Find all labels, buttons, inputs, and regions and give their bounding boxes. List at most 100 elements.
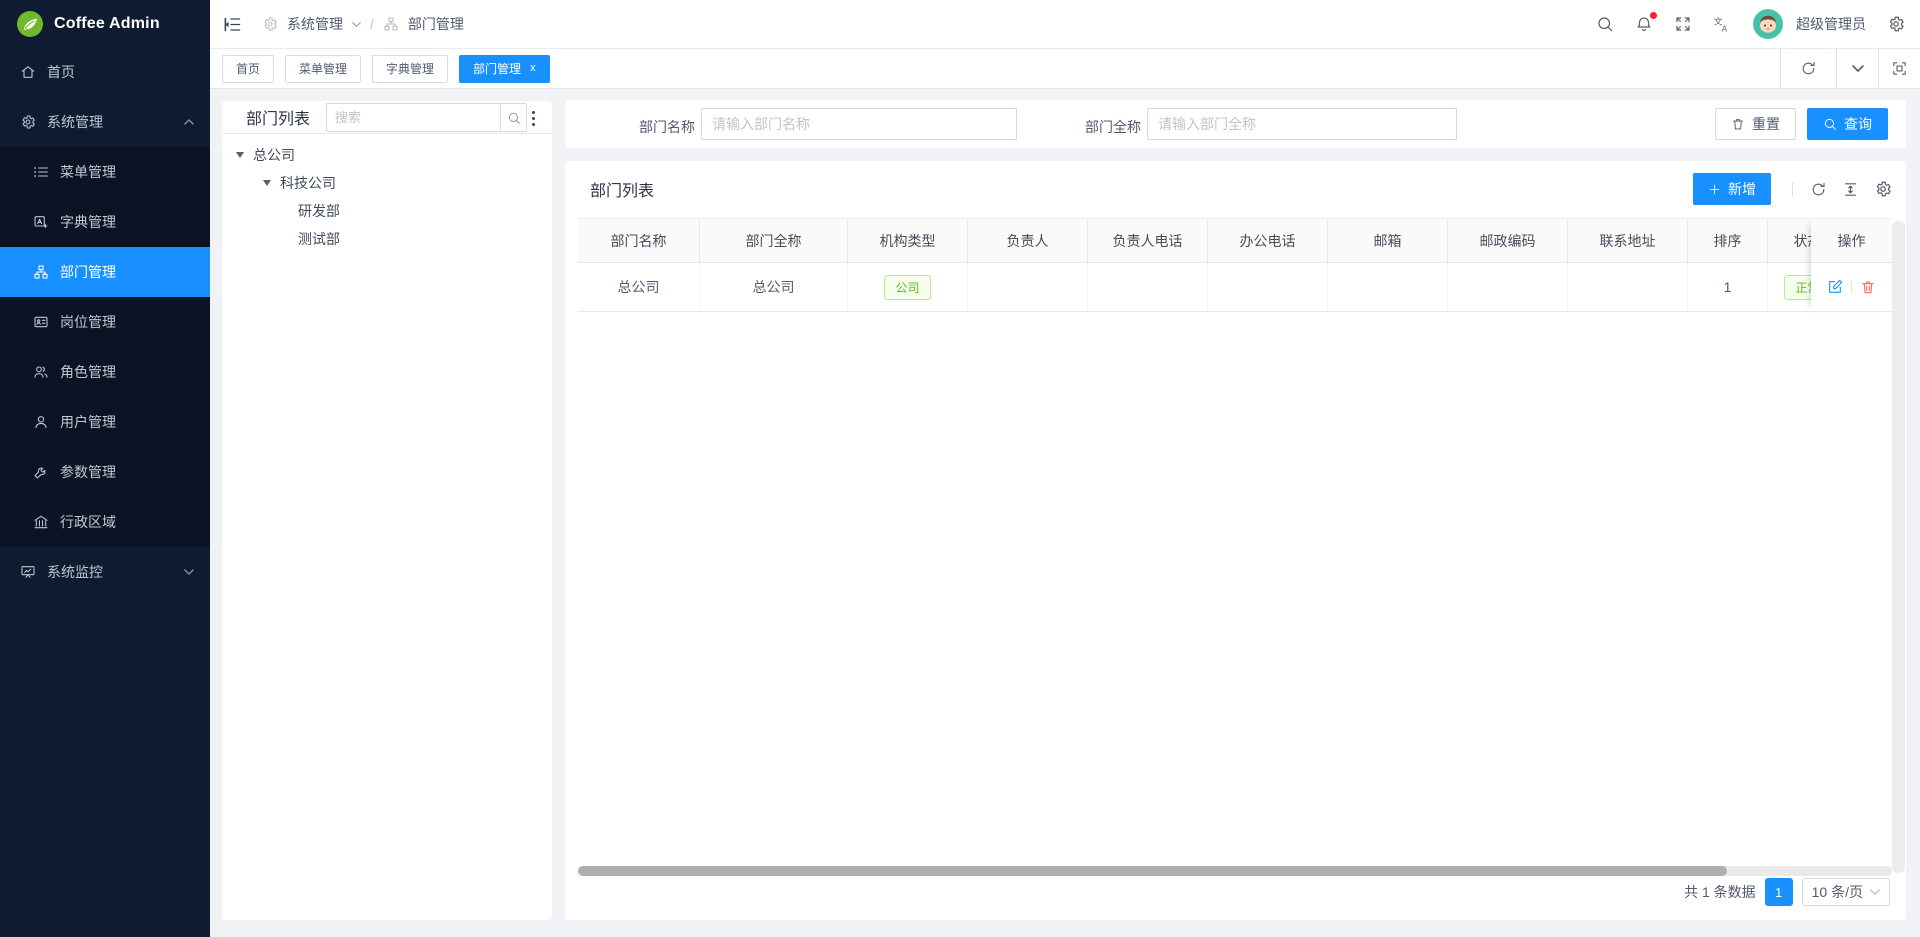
- breadcrumb-current: 部门管理: [408, 14, 464, 34]
- fixed-actions-column: 操作: [1811, 218, 1892, 312]
- horizontal-scrollbar-thumb[interactable]: [578, 866, 1727, 876]
- fullscreen-button[interactable]: [1674, 15, 1692, 33]
- sidebar-item-user-mgmt[interactable]: 用户管理: [0, 397, 210, 447]
- sidebar-item-label: 菜单管理: [60, 162, 116, 182]
- dept-table-panel: 部门列表 新增 部门名称 部门全称: [565, 161, 1906, 920]
- sidebar-item-dict-mgmt[interactable]: 字典管理: [0, 197, 210, 247]
- table-settings-button[interactable]: [1874, 180, 1892, 198]
- dept-tree-title: 部门列表: [246, 105, 310, 129]
- table-density-button[interactable]: [1842, 181, 1859, 198]
- monitor-icon: [20, 564, 36, 580]
- sidebar-item-menu-mgmt[interactable]: 菜单管理: [0, 147, 210, 197]
- breadcrumb-separator: /: [370, 16, 374, 32]
- actions-divider: [1851, 280, 1852, 294]
- brand: Coffee Admin: [0, 0, 210, 47]
- sidebar-item-label: 首页: [47, 62, 75, 82]
- pagination: 共 1 条数据 1 10 条/页: [1684, 878, 1890, 906]
- dept-tree-search-input[interactable]: [326, 103, 500, 132]
- username[interactable]: 超级管理员: [1796, 14, 1866, 34]
- tree-node-label: 总公司: [253, 145, 295, 165]
- sidebar-item-label: 角色管理: [60, 362, 116, 382]
- sidebar-item-monitor[interactable]: 系统监控: [0, 547, 210, 597]
- notification-dot: [1650, 12, 1657, 19]
- roles-icon: [33, 364, 49, 380]
- tab-home[interactable]: 首页: [222, 55, 274, 83]
- cell-leader-phone: [1088, 263, 1208, 311]
- table-row: 总公司 总公司 公司 1 正常: [578, 263, 1892, 312]
- reset-button[interactable]: 重置: [1715, 108, 1796, 140]
- sidebar: Coffee Admin 首页 系统管理 菜单管理 字典管理 部门管理 岗位管理…: [0, 0, 210, 937]
- tree-node-root[interactable]: 总公司: [222, 141, 552, 169]
- query-button[interactable]: 查询: [1807, 108, 1888, 140]
- bank-icon: [33, 514, 49, 530]
- chevron-down-icon: [1870, 888, 1880, 896]
- dept-tree-panel: 部门列表 总公司 科技公司 研发部 测试部: [222, 101, 552, 920]
- delete-row-button[interactable]: [1860, 279, 1876, 295]
- tabs-menu-button[interactable]: [1836, 49, 1878, 88]
- topbar: 系统管理 / 部门管理 文A 超级管理员: [210, 0, 1920, 49]
- sidebar-item-post-mgmt[interactable]: 岗位管理: [0, 297, 210, 347]
- sidebar-item-role-mgmt[interactable]: 角色管理: [0, 347, 210, 397]
- dept-name-input[interactable]: [701, 108, 1017, 140]
- add-button[interactable]: 新增: [1693, 173, 1771, 205]
- filter-panel: 部门名称 部门全称 重置 查询: [565, 100, 1906, 148]
- list-icon: [33, 164, 49, 180]
- dept-tree-more-button[interactable]: [524, 107, 542, 129]
- sidebar-item-label: 系统管理: [47, 112, 103, 132]
- sidebar-item-label: 参数管理: [60, 462, 116, 482]
- dept-fullname-label: 部门全称: [1071, 117, 1141, 137]
- pagination-size-select[interactable]: 10 条/页: [1802, 878, 1890, 906]
- col-header-address: 联系地址: [1568, 219, 1688, 262]
- chevron-down-icon: [184, 568, 194, 576]
- vertical-scrollbar-track[interactable]: [1892, 221, 1905, 873]
- menu-fold-icon: [223, 15, 242, 34]
- caret-down-icon[interactable]: [263, 180, 271, 186]
- dept-tree-search: [326, 103, 527, 132]
- tab-dict-mgmt[interactable]: 字典管理: [372, 55, 448, 83]
- sidebar-fold-button[interactable]: [223, 15, 242, 34]
- svg-text:A: A: [1722, 24, 1728, 33]
- tree-node-leaf-rd[interactable]: 研发部: [222, 197, 552, 225]
- language-button[interactable]: 文A: [1713, 15, 1732, 34]
- dept-tree-search-button[interactable]: [500, 103, 527, 132]
- sidebar-item-param-mgmt[interactable]: 参数管理: [0, 447, 210, 497]
- search-button[interactable]: [1596, 15, 1614, 33]
- avatar[interactable]: [1753, 9, 1783, 39]
- reset-button-label: 重置: [1752, 114, 1780, 134]
- tree-node-leaf-test[interactable]: 测试部: [222, 225, 552, 253]
- dept-fullname-input[interactable]: [1147, 108, 1457, 140]
- tab-dept-mgmt[interactable]: 部门管理 x: [459, 55, 550, 83]
- notifications-button[interactable]: [1635, 15, 1653, 33]
- tabs-refresh-button[interactable]: [1780, 49, 1836, 88]
- breadcrumb: 系统管理 / 部门管理: [262, 14, 464, 34]
- search-icon: [507, 111, 521, 125]
- chevron-down-icon: [352, 21, 361, 28]
- sidebar-item-system[interactable]: 系统管理: [0, 97, 210, 147]
- edit-icon: [1827, 279, 1843, 295]
- edit-row-button[interactable]: [1827, 279, 1843, 295]
- sidebar-item-region-mgmt[interactable]: 行政区域: [0, 497, 210, 547]
- horizontal-scrollbar-track[interactable]: [578, 866, 1892, 876]
- dept-name-label: 部门名称: [625, 117, 695, 137]
- pagination-page-1[interactable]: 1: [1765, 878, 1793, 906]
- table-toolbar: 新增: [1693, 173, 1892, 205]
- tab-label: 首页: [236, 60, 260, 77]
- cell-email: [1328, 263, 1448, 311]
- tree-node-child[interactable]: 科技公司: [222, 169, 552, 197]
- table-card-header: 部门列表 新增: [565, 161, 1906, 217]
- search-icon: [1823, 117, 1837, 131]
- sidebar-item-dept-mgmt[interactable]: 部门管理: [0, 247, 210, 297]
- gear-icon: [1874, 180, 1892, 198]
- tab-close-icon[interactable]: x: [530, 63, 536, 74]
- sidebar-item-home[interactable]: 首页: [0, 47, 210, 97]
- brand-leaf-logo: [16, 10, 44, 38]
- breadcrumb-root[interactable]: 系统管理: [287, 14, 343, 34]
- content-maximize-button[interactable]: [1878, 49, 1920, 88]
- col-header-leader: 负责人: [968, 219, 1088, 262]
- caret-down-icon[interactable]: [236, 152, 244, 158]
- pagination-size-value: 10 条/页: [1812, 882, 1863, 902]
- refresh-icon: [1800, 60, 1817, 77]
- tab-menu-mgmt[interactable]: 菜单管理: [285, 55, 361, 83]
- settings-button[interactable]: [1887, 15, 1905, 33]
- table-refresh-button[interactable]: [1810, 181, 1827, 198]
